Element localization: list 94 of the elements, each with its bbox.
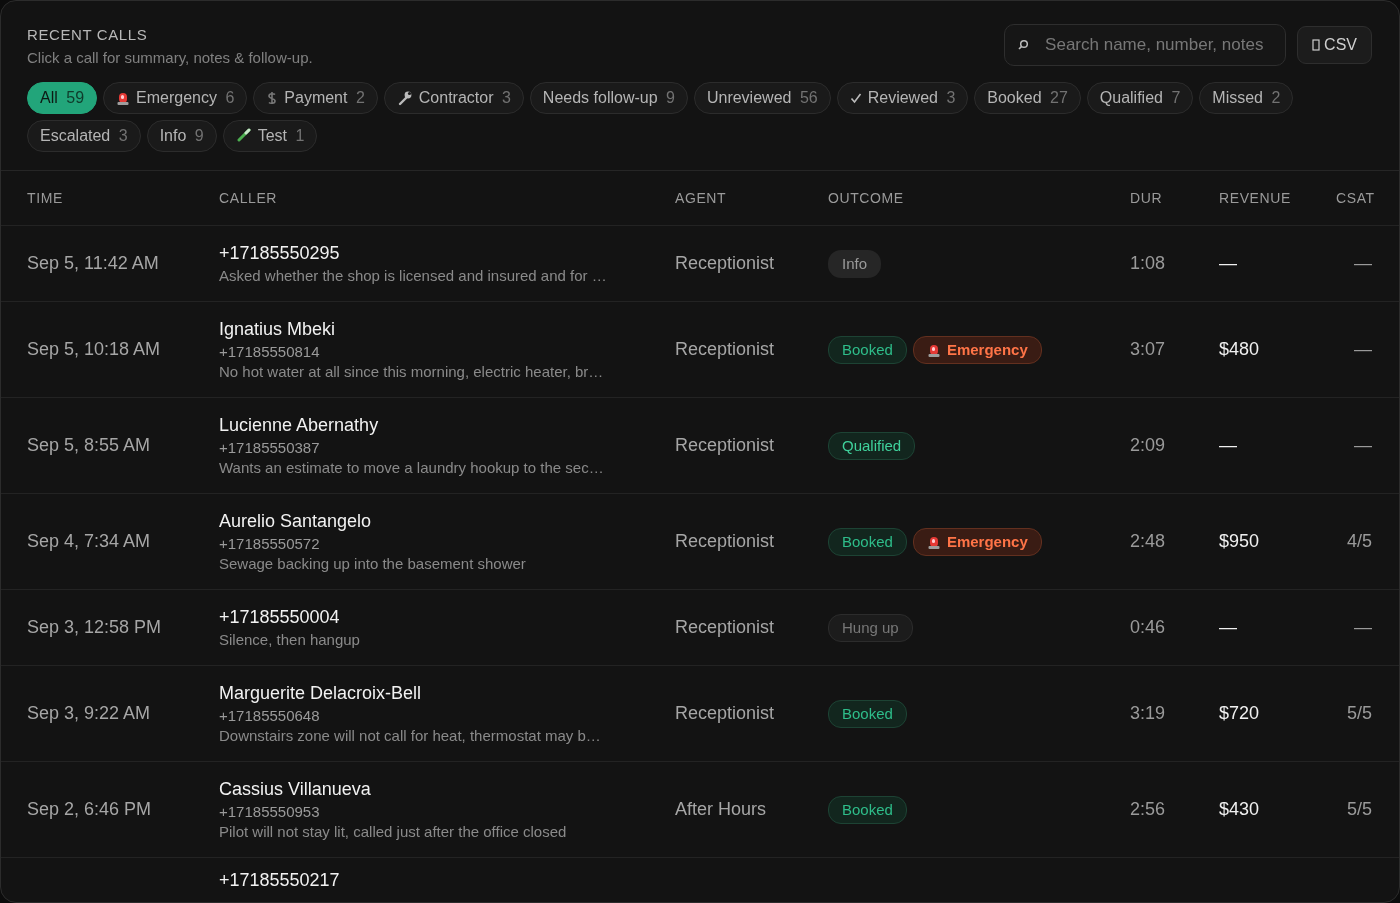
call-summary: Sewage backing up into the basement shower (219, 555, 527, 572)
caller-number: +17185550648 (219, 707, 321, 724)
filter-chip[interactable]: Contractor 3 (383, 82, 524, 114)
table-cell: $480 (1219, 339, 1260, 359)
table-cell: Receptionist (675, 703, 775, 723)
column-header: CALLER (219, 190, 279, 206)
table-cell: — (1219, 617, 1237, 637)
table-cell: $430 (1219, 799, 1260, 819)
caller-name: Aurelio Santangelo (219, 511, 373, 532)
table-cell: 2:48 (1130, 531, 1166, 551)
table-cell: Sep 3, 9:22 AM (27, 703, 151, 723)
filter-chip[interactable]: All 59 (27, 82, 98, 114)
call-summary: Downstairs zone will not call for heat, thermostat may b… (219, 727, 602, 744)
table-cell: Sep 5, 8:55 AM (27, 435, 151, 455)
table-cell: Receptionist (675, 339, 775, 359)
table-cell: Receptionist (675, 617, 775, 637)
outcome-tag: Booked (828, 527, 907, 556)
siren-icon (116, 90, 131, 106)
filter-chip[interactable]: Needs follow-up 9 (529, 82, 688, 114)
table-cell: 1:08 (1130, 253, 1166, 273)
table-cell: Receptionist (675, 435, 775, 455)
outcome-tag: Emergency (912, 527, 1042, 556)
table-cell: Sep 3, 12:58 PM (27, 617, 162, 637)
caller-name: Ignatius Mbeki (219, 319, 337, 340)
file-icon (1312, 39, 1321, 51)
dollar-icon (266, 90, 279, 106)
table-cell: — (1354, 617, 1372, 637)
panel-subtitle: Click a call for summary, notes & follow-up. (27, 49, 313, 66)
test-tube-icon (235, 128, 252, 144)
table-cell: 3:19 (1130, 703, 1166, 723)
column-header: AGENT (675, 190, 728, 206)
call-summary: Pilot will not stay lit, called just after the office closed (219, 823, 568, 840)
caller-name: Marguerite Delacroix-Bell (219, 683, 423, 704)
table-cell: 2:09 (1130, 435, 1166, 455)
table-cell: $720 (1219, 703, 1260, 723)
table-cell: Sep 5, 11:42 AM (27, 253, 159, 273)
call-summary: Silence, then hangup (219, 631, 361, 648)
filter-chip[interactable]: Payment 2 (253, 82, 378, 114)
filter-chip[interactable]: Reviewed 3 (836, 82, 969, 114)
column-header: CSAT (1336, 190, 1375, 206)
caller-number: +17185550814 (219, 343, 321, 360)
outcome-tag: Booked (828, 335, 907, 364)
table-cell: 3:07 (1130, 339, 1166, 359)
wrench-icon (396, 90, 413, 106)
table-cell: — (1219, 435, 1237, 455)
call-summary: Wants an estimate to move a laundry hookup to the sec… (219, 459, 605, 476)
caller-number: +17185550572 (219, 535, 321, 552)
table-cell: 5/5 (1346, 799, 1372, 819)
table-cell: — (1354, 253, 1372, 273)
outcome-tag: Info (828, 249, 882, 278)
caller-name: +17185550217 (219, 870, 341, 891)
caller-number: +17185550387 (219, 439, 321, 456)
table-cell: Sep 2, 6:46 PM (27, 799, 152, 819)
table-cell: 4/5 (1346, 531, 1372, 551)
table-cell: — (1219, 253, 1237, 273)
outcome-tag: Qualified (828, 431, 916, 460)
filter-chip[interactable]: Booked 27 (974, 82, 1081, 114)
panel-title: RECENT CALLS (27, 26, 149, 43)
filter-chip[interactable]: Info 9 (146, 120, 217, 152)
call-summary: Asked whether the shop is licensed and insured and for … (219, 267, 608, 284)
table-cell: — (1354, 435, 1372, 455)
caller-name: Cassius Villanueva (219, 779, 372, 800)
filter-chip[interactable]: Unreviewed 56 (693, 82, 831, 114)
filter-chip[interactable]: Qualified 7 (1086, 82, 1194, 114)
filter-chip[interactable]: Missed 2 (1199, 82, 1294, 114)
table-cell: Sep 4, 7:34 AM (27, 531, 151, 551)
table-cell: 5/5 (1346, 703, 1372, 723)
column-header: DUR (1130, 190, 1164, 206)
caller-name: +17185550295 (219, 243, 341, 264)
table-cell: After Hours (675, 799, 767, 819)
outcome-tag: Booked (828, 795, 907, 824)
call-summary: No hot water at all since this morning, electric heater, br… (219, 363, 605, 380)
table-cell: Receptionist (675, 531, 775, 551)
table-cell: 0:46 (1130, 617, 1166, 637)
table-cell: — (1354, 339, 1372, 359)
caller-number: +17185550953 (219, 803, 321, 820)
caller-name: +17185550004 (219, 607, 341, 628)
outcome-tag: Booked (828, 699, 907, 728)
outcome-tag: Emergency (912, 335, 1042, 364)
search-field[interactable]: Search name, number, notes (1004, 24, 1287, 66)
table-cell: $950 (1219, 531, 1260, 551)
outcome-tag: Hung up (828, 613, 913, 642)
column-header: TIME (27, 190, 64, 206)
filter-chip[interactable]: Test 1 (222, 120, 318, 152)
table-cell: Sep 5, 10:18 AM (27, 339, 161, 359)
check-icon (849, 92, 862, 104)
column-header: REVENUE (1219, 190, 1292, 206)
caller-name: Lucienne Abernathy (219, 415, 380, 436)
table-cell: Receptionist (675, 253, 775, 273)
column-header: OUTCOME (828, 190, 905, 206)
filter-chip[interactable]: Escalated 3 (27, 120, 141, 152)
table-cell: 2:56 (1130, 799, 1166, 819)
filter-chip[interactable]: Emergency 6 (103, 82, 248, 114)
export-button[interactable]: CSV (1297, 26, 1372, 64)
